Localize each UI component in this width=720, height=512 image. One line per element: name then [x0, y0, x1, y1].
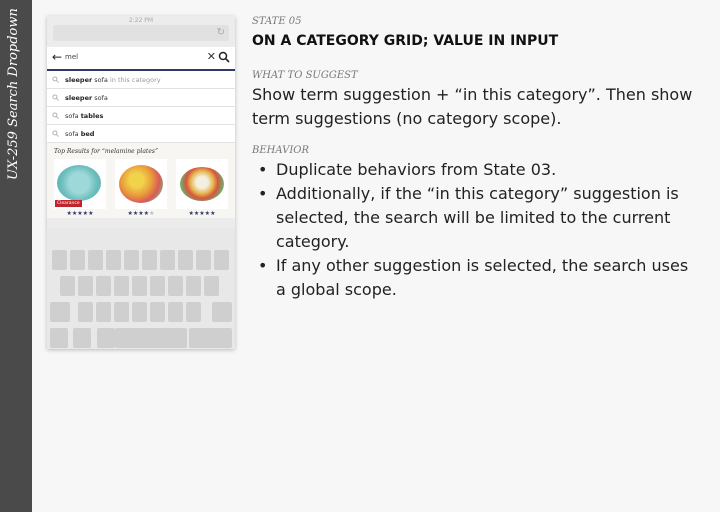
keyboard-key[interactable] [132, 302, 147, 322]
keyboard-key[interactable] [186, 276, 201, 296]
keyboard-key[interactable] [70, 250, 85, 270]
keyboard-key[interactable] [88, 250, 103, 270]
spec-content: STATE 05 ON A CATEGORY GRID; VALUE IN IN… [252, 16, 702, 302]
search-icon [52, 112, 59, 119]
keyboard-key[interactable] [132, 276, 147, 296]
sidebar-title: UX-259 Search Dropdown [6, 8, 21, 180]
keyboard-key[interactable] [50, 302, 70, 322]
product-image[interactable] [176, 159, 228, 209]
keyboard-key[interactable] [78, 276, 93, 296]
suggestion-bold: sleeper [65, 94, 93, 102]
product-image[interactable]: Clearance [54, 159, 106, 209]
keyboard-key[interactable] [124, 250, 139, 270]
phone-mockup: 2:22 PM ↻ ← mel ✕ sleeper sofa in this c… [47, 16, 235, 349]
suggestion-text: sofa [92, 76, 108, 84]
product-card[interactable]: ★★★★★ [176, 159, 228, 217]
keyboard-key[interactable] [196, 250, 211, 270]
product-card[interactable]: Clearance ★★★★★ [54, 159, 106, 217]
results-title: Top Results for “melamine plates” [54, 148, 159, 155]
behavior-item: If any other suggestion is selected, the… [258, 254, 702, 302]
keyboard-key[interactable] [114, 302, 129, 322]
product-image[interactable] [115, 159, 167, 209]
suggestion-bold: tables [80, 112, 104, 120]
suggestion-item[interactable]: sofa tables [47, 107, 235, 125]
state-title: ON A CATEGORY GRID; VALUE IN INPUT [252, 33, 559, 49]
search-icon [52, 130, 59, 137]
state-label: STATE 05 [252, 16, 302, 27]
reload-icon[interactable]: ↻ [217, 27, 225, 39]
keyboard-key[interactable] [115, 328, 187, 348]
keyboard-key[interactable] [97, 328, 115, 348]
behavior-label: BEHAVIOR [252, 145, 309, 156]
keyboard-key[interactable] [189, 328, 232, 348]
search-icon [52, 76, 59, 83]
suggest-text: Show term suggestion + “in this category… [252, 85, 693, 128]
search-bar: ← mel ✕ [47, 47, 235, 71]
keyboard-key[interactable] [60, 276, 75, 296]
suggest-label: WHAT TO SUGGEST [252, 70, 358, 81]
search-icon [52, 94, 59, 101]
keyboard-key[interactable] [96, 302, 111, 322]
clearance-badge: Clearance [55, 200, 82, 207]
suggestion-text: sofa [65, 112, 81, 120]
back-arrow-icon[interactable]: ← [52, 50, 62, 64]
suggestion-item[interactable]: sleeper sofa [47, 89, 235, 107]
url-bar[interactable]: ↻ [53, 25, 229, 41]
star-rating: ★★★★★ [127, 210, 155, 217]
keyboard-key[interactable] [78, 302, 93, 322]
suggestion-text: sofa [65, 130, 81, 138]
keyboard-key[interactable] [186, 302, 201, 322]
keyboard-key[interactable] [160, 250, 175, 270]
search-icon[interactable] [218, 51, 230, 63]
behavior-list: Duplicate behaviors from State 03. Addit… [252, 158, 702, 302]
keyboard [47, 228, 235, 349]
star-rating: ★★★★★ [188, 210, 216, 217]
keyboard-key[interactable] [212, 302, 232, 322]
star-rating: ★★★★★ [66, 210, 94, 217]
suggestion-item[interactable]: sofa bed [47, 125, 235, 143]
suggestion-item[interactable]: sleeper sofa in this category [47, 71, 235, 89]
keyboard-key[interactable] [168, 302, 183, 322]
status-time: 2:22 PM [128, 17, 154, 24]
sidebar: UX-259 Search Dropdown [0, 0, 32, 512]
suggestion-list: sleeper sofa in this category sleeper so… [47, 71, 235, 143]
product-card[interactable]: ★★★★★ [115, 159, 167, 217]
behavior-item: Duplicate behaviors from State 03. [258, 158, 702, 182]
keyboard-key[interactable] [96, 276, 111, 296]
search-input[interactable]: mel [65, 53, 78, 61]
keyboard-key[interactable] [114, 276, 129, 296]
keyboard-key[interactable] [142, 250, 157, 270]
keyboard-key[interactable] [50, 328, 68, 348]
keyboard-key[interactable] [214, 250, 229, 270]
keyboard-key[interactable] [204, 276, 219, 296]
keyboard-key[interactable] [106, 250, 121, 270]
clear-icon[interactable]: ✕ [207, 50, 216, 64]
keyboard-key[interactable] [178, 250, 193, 270]
keyboard-key[interactable] [150, 302, 165, 322]
top-results: Top Results for “melamine plates” Cleara… [47, 143, 235, 218]
keyboard-key[interactable] [73, 328, 91, 348]
suggestion-bold: sleeper [65, 76, 93, 84]
suggestion-scope: in this category [107, 76, 161, 84]
keyboard-key[interactable] [52, 250, 67, 270]
suggestion-text: sofa [92, 94, 108, 102]
keyboard-key[interactable] [150, 276, 165, 296]
behavior-item: Additionally, if the “in this category” … [258, 182, 702, 254]
keyboard-key[interactable] [168, 276, 183, 296]
suggestion-bold: bed [80, 130, 95, 138]
